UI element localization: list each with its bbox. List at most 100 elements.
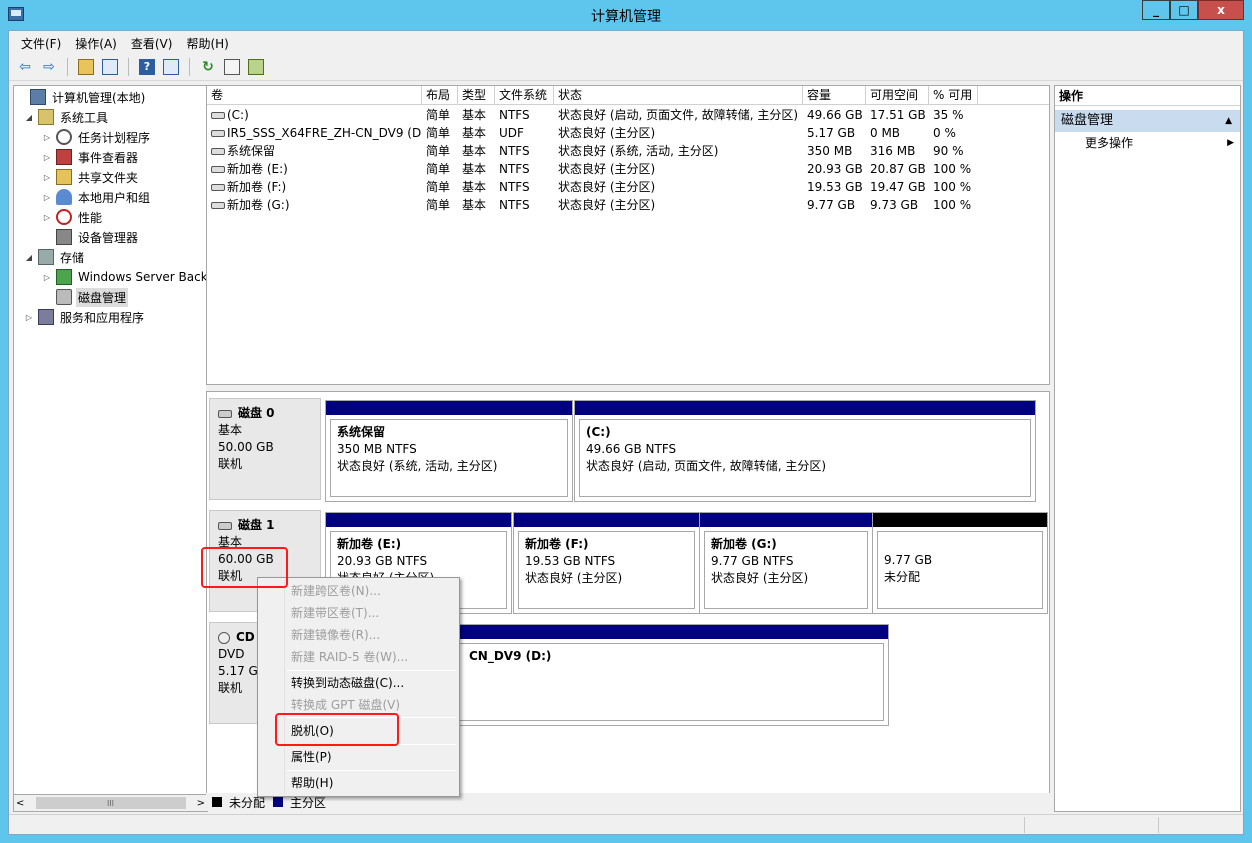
column-header-filesystem[interactable]: 文件系统 [495, 86, 554, 105]
menu-view[interactable]: 查看(V) [125, 33, 181, 52]
tree-item-performance[interactable]: ▷ 性能 [42, 207, 104, 227]
menu-item-new-spanned-volume[interactable]: 新建跨区卷(N)... [258, 580, 459, 602]
tree-item-computer-management[interactable]: 计算机管理(本地) [16, 87, 147, 107]
menu-item-new-mirrored-volume[interactable]: 新建镜像卷(R)... [258, 624, 459, 646]
cell-text: 19.53 GB [807, 180, 863, 194]
partition-g[interactable]: 新加卷 (G:) 9.77 GB NTFS 状态良好 (主分区) [699, 512, 873, 614]
tree-item-shared-folders[interactable]: ▷ 共享文件夹 [42, 167, 140, 187]
menu-separator [287, 717, 456, 718]
properties-icon[interactable] [222, 57, 242, 77]
menu-action[interactable]: 操作(A) [69, 33, 125, 52]
tree-item-event-viewer[interactable]: ▷ 事件查看器 [42, 147, 140, 167]
expand-icon[interactable]: ▷ [42, 153, 52, 162]
volume-row[interactable]: 系统保留 简单 基本 NTFS 状态良好 (系统, 活动, 主分区) 350 MB 316 … [207, 142, 978, 160]
help-icon[interactable]: ? [137, 57, 157, 77]
cell-free-space: 0 MB [866, 124, 929, 142]
partition-system-reserved[interactable]: 系统保留 350 MB NTFS 状态良好 (系统, 活动, 主分区) [325, 400, 573, 502]
tree-item-task-scheduler[interactable]: ▷ 任务计划程序 [42, 127, 152, 147]
cell-text: 状态良好 (主分区) [558, 198, 656, 212]
partition-c[interactable]: (C:) 49.66 GB NTFS 状态良好 (启动, 页面文件, 故障转储,… [574, 400, 1036, 502]
column-header-layout[interactable]: 布局 [422, 86, 458, 105]
partition-f[interactable]: 新加卷 (F:) 19.53 GB NTFS 状态良好 (主分区) [513, 512, 700, 614]
expand-icon[interactable]: ▷ [42, 193, 52, 202]
column-header-free-space[interactable]: 可用空间 [866, 86, 929, 105]
tree-item-storage[interactable]: ◢ 存储 [24, 247, 86, 267]
actions-section-disk-management[interactable]: 磁盘管理 ▲ [1055, 110, 1240, 132]
cell-free-space: 17.51 GB [866, 106, 929, 124]
partition-status: 状态良好 (系统, 活动, 主分区) [337, 459, 498, 473]
partition-unallocated[interactable]: 9.77 GB 未分配 [872, 512, 1048, 614]
expand-icon[interactable]: ▷ [42, 133, 52, 142]
cell-type: 基本 [458, 160, 495, 178]
partition-details: 新加卷 (F:) 19.53 GB NTFS 状态良好 (主分区) [518, 531, 695, 609]
volume-row[interactable]: IR5_SSS_X64FRE_ZH-CN_DV9 (D:) 简单 基本 UDF 状态良好… [207, 124, 978, 142]
minimize-button[interactable]: _ [1142, 0, 1170, 20]
menu-help[interactable]: 帮助(H) [180, 33, 236, 52]
disk-icon [218, 521, 232, 530]
show-action-pane-icon[interactable] [161, 57, 181, 77]
tree-item-disk-management[interactable]: 磁盘管理 [42, 287, 129, 307]
cell-status: 状态良好 (主分区) [554, 196, 803, 214]
menu-file[interactable]: 文件(F) [15, 33, 69, 52]
column-header-percent-free[interactable]: % 可用 [929, 86, 978, 105]
cell-text: 状态良好 (启动, 页面文件, 故障转储, 主分区) [558, 108, 799, 122]
menu-item-offline[interactable]: 脱机(O) [258, 720, 459, 742]
toolbar-separator [67, 57, 68, 76]
partition-name: 系统保留 [337, 425, 386, 439]
expand-icon[interactable]: ▷ [42, 273, 52, 282]
cell-text: 9.77 GB [807, 198, 856, 212]
volume-row[interactable]: (C:) 简单 基本 NTFS 状态良好 (启动, 页面文件, 故障转储, 主分区) 49… [207, 106, 978, 124]
cd-icon [218, 631, 230, 644]
export-icon[interactable] [246, 57, 266, 77]
maximize-button[interactable]: □ [1170, 0, 1198, 20]
users-icon [56, 189, 72, 205]
more-actions-item[interactable]: 更多操作 ▶ [1055, 132, 1240, 154]
column-header-volume[interactable]: 卷 [207, 86, 422, 105]
status-cell [1158, 817, 1244, 833]
volume-list[interactable]: 卷 布局 类型 文件系统 状态 容量 可用空间 % 可用 (C:) 简单 基本 NTF… [206, 85, 1050, 385]
menu-item-convert-to-dynamic[interactable]: 转换到动态磁盘(C)... [258, 672, 459, 694]
cell-percent-free: 100 % [929, 178, 978, 196]
scroll-right-icon[interactable]: > [197, 798, 205, 809]
column-header-type[interactable]: 类型 [458, 86, 495, 105]
tree-item-windows-server-backup[interactable]: ▷ Windows Server Back [42, 267, 207, 287]
expand-icon[interactable]: ▷ [24, 313, 34, 322]
menu-separator [287, 744, 456, 745]
tree-item-local-users[interactable]: ▷ 本地用户和组 [42, 187, 152, 207]
scroll-left-icon[interactable]: < [16, 798, 24, 809]
navigation-tree[interactable]: 计算机管理(本地) ◢ 系统工具 ▷ 任务计划程序 ▷ 事件查看器 ▷ 共享文件… [13, 85, 208, 812]
tree-item-services-applications[interactable]: ▷ 服务和应用程序 [24, 307, 146, 327]
tree-horizontal-scrollbar[interactable]: < III > [13, 794, 208, 812]
up-folder-icon[interactable] [76, 57, 96, 77]
collapse-arrow-icon[interactable]: ▲ [1225, 110, 1232, 132]
collapse-icon[interactable]: ◢ [24, 113, 34, 122]
column-header-status[interactable]: 状态 [554, 86, 803, 105]
actions-header: 操作 [1055, 86, 1240, 106]
cell-status: 状态良好 (主分区) [554, 124, 803, 142]
scrollbar-thumb[interactable]: III [35, 797, 186, 809]
menu-item-properties[interactable]: 属性(P) [258, 746, 459, 768]
volume-row[interactable]: 新加卷 (E:) 简单 基本 NTFS 状态良好 (主分区) 20.93 GB 20.87 … [207, 160, 978, 178]
volume-row[interactable]: 新加卷 (G:) 简单 基本 NTFS 状态良好 (主分区) 9.77 GB 9.73 GB… [207, 196, 978, 214]
partition-details: 新加卷 (G:) 9.77 GB NTFS 状态良好 (主分区) [704, 531, 868, 609]
expand-icon[interactable]: ▷ [42, 173, 52, 182]
menu-item-new-raid5-volume[interactable]: 新建 RAID-5 卷(W)... [258, 646, 459, 668]
tree-item-device-manager[interactable]: 设备管理器 [42, 227, 140, 247]
title-bar[interactable]: 计算机管理 _ □ x [0, 0, 1252, 30]
menu-item-new-striped-volume[interactable]: 新建带区卷(T)... [258, 602, 459, 624]
menu-item-convert-to-gpt[interactable]: 转换成 GPT 磁盘(V) [258, 694, 459, 716]
expand-icon[interactable]: ▷ [42, 213, 52, 222]
tree-item-system-tools[interactable]: ◢ 系统工具 [24, 107, 110, 127]
back-icon[interactable]: ⇦ [15, 57, 35, 77]
refresh-icon[interactable]: ↻ [198, 57, 218, 77]
menu-item-help[interactable]: 帮助(H) [258, 772, 459, 794]
close-button[interactable]: x [1198, 0, 1244, 20]
volume-icon [211, 112, 225, 119]
show-hide-tree-icon[interactable] [100, 57, 120, 77]
disk-0-label[interactable]: 磁盘 0 基本 50.00 GB 联机 [209, 398, 321, 500]
forward-icon[interactable]: ⇨ [39, 57, 59, 77]
collapse-icon[interactable]: ◢ [24, 253, 34, 262]
column-header-capacity[interactable]: 容量 [803, 86, 866, 105]
volume-row[interactable]: 新加卷 (F:) 简单 基本 NTFS 状态良好 (主分区) 19.53 GB 19.47 … [207, 178, 978, 196]
shared-folder-icon [56, 169, 72, 185]
